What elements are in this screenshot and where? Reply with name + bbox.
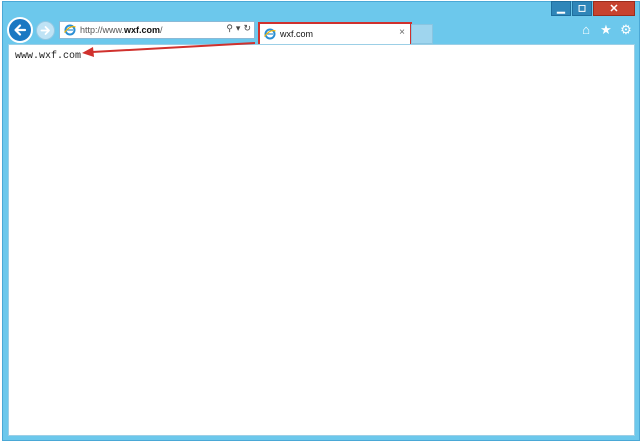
annotation-arrow <box>82 42 256 57</box>
